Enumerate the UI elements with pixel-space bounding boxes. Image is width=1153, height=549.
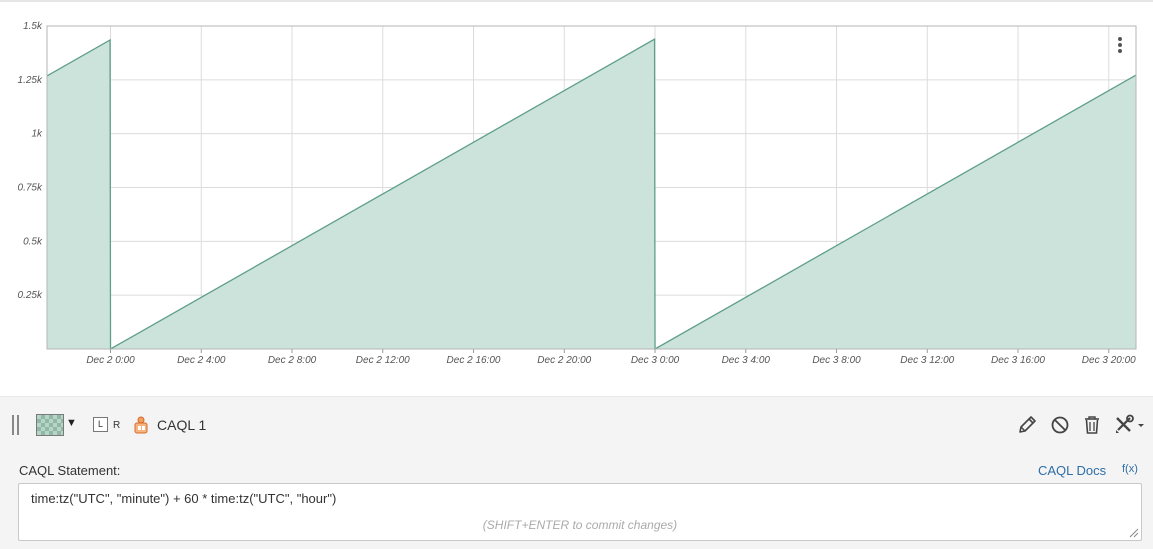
caql-editor-section: CAQL Statement: CAQL Docs f(x) time:tz("… [0,455,1153,549]
resize-grip-icon[interactable] [1128,527,1139,538]
color-swatch-dropdown[interactable]: ▼ [36,414,77,436]
x-tick-label: Dec 2 8:00 [268,355,317,366]
x-tick-label: Dec 2 16:00 [447,355,501,366]
caql-docs-link[interactable]: CAQL Docs [1038,463,1106,478]
trash-icon[interactable] [1081,414,1103,436]
axis-right-toggle[interactable]: R [113,420,120,431]
caql-statement-input[interactable]: time:tz("UTC", "minute") + 60 * time:tz(… [18,483,1142,541]
pencil-icon[interactable] [1016,414,1038,436]
x-tick-label: Dec 2 0:00 [86,355,135,366]
function-list-link[interactable]: f(x) [1122,463,1138,475]
area-chart: 1.5k1.25k1k0.75k0.5k0.25k Dec 2 0:00 Dec … [18,21,1137,366]
tools-icon[interactable] [1113,414,1145,436]
x-tick-label: Dec 3 12:00 [900,355,954,366]
x-tick-label: Dec 3 0:00 [631,355,680,366]
axis-left-toggle[interactable]: L [93,417,108,432]
datapoint-toolbar: ▼ L R CAQL 1 [0,396,1153,455]
y-axis-ticks: 1.5k 1.25k 1k 0.75k 0.5k 0.25k [18,21,43,301]
x-tick-label: Dec 2 12:00 [356,355,410,366]
y-tick-label: 1.25k [18,75,43,86]
y-tick-label: 1k [31,129,43,140]
x-tick-label: Dec 2 20:00 [537,355,591,366]
series-area [47,39,1136,349]
x-tick-label: Dec 3 20:00 [1082,355,1136,366]
commit-hint: (SHIFT+ENTER to commit changes) [482,518,678,532]
caret-down-icon: ▼ [66,417,77,429]
series-layer [46,38,1137,351]
caql-statement-label: CAQL Statement: [19,463,121,478]
y-tick-label: 1.5k [23,21,43,32]
disable-icon[interactable] [1049,414,1071,436]
caql-datapoint-icon [134,416,148,434]
graph-panel: 1.5k 1.25k 1k 0.75k 0.5k 0.25k Dec 2 0:00 Dec … [0,0,1153,395]
x-axis-ticks: Dec 2 0:00 Dec 2 4:00 Dec 2 8:00 Dec 2 12:0… [86,355,1136,366]
color-swatch-icon [36,414,64,436]
x-tick-label: Dec 3 4:00 [722,355,771,366]
x-tick-label: Dec 2 4:00 [177,355,226,366]
drag-handle-icon[interactable] [12,415,20,435]
y-tick-label: 0.75k [18,183,43,194]
x-tick-label: Dec 3 16:00 [991,355,1045,366]
caql-statement-text[interactable]: time:tz("UTC", "minute") + 60 * time:tz(… [31,491,336,506]
datapoint-name[interactable]: CAQL 1 [157,417,206,433]
x-tick-label: Dec 3 8:00 [812,355,861,366]
graph-menu-icon[interactable] [1112,36,1128,56]
y-tick-label: 0.5k [23,236,43,247]
y-tick-label: 0.25k [18,290,43,301]
